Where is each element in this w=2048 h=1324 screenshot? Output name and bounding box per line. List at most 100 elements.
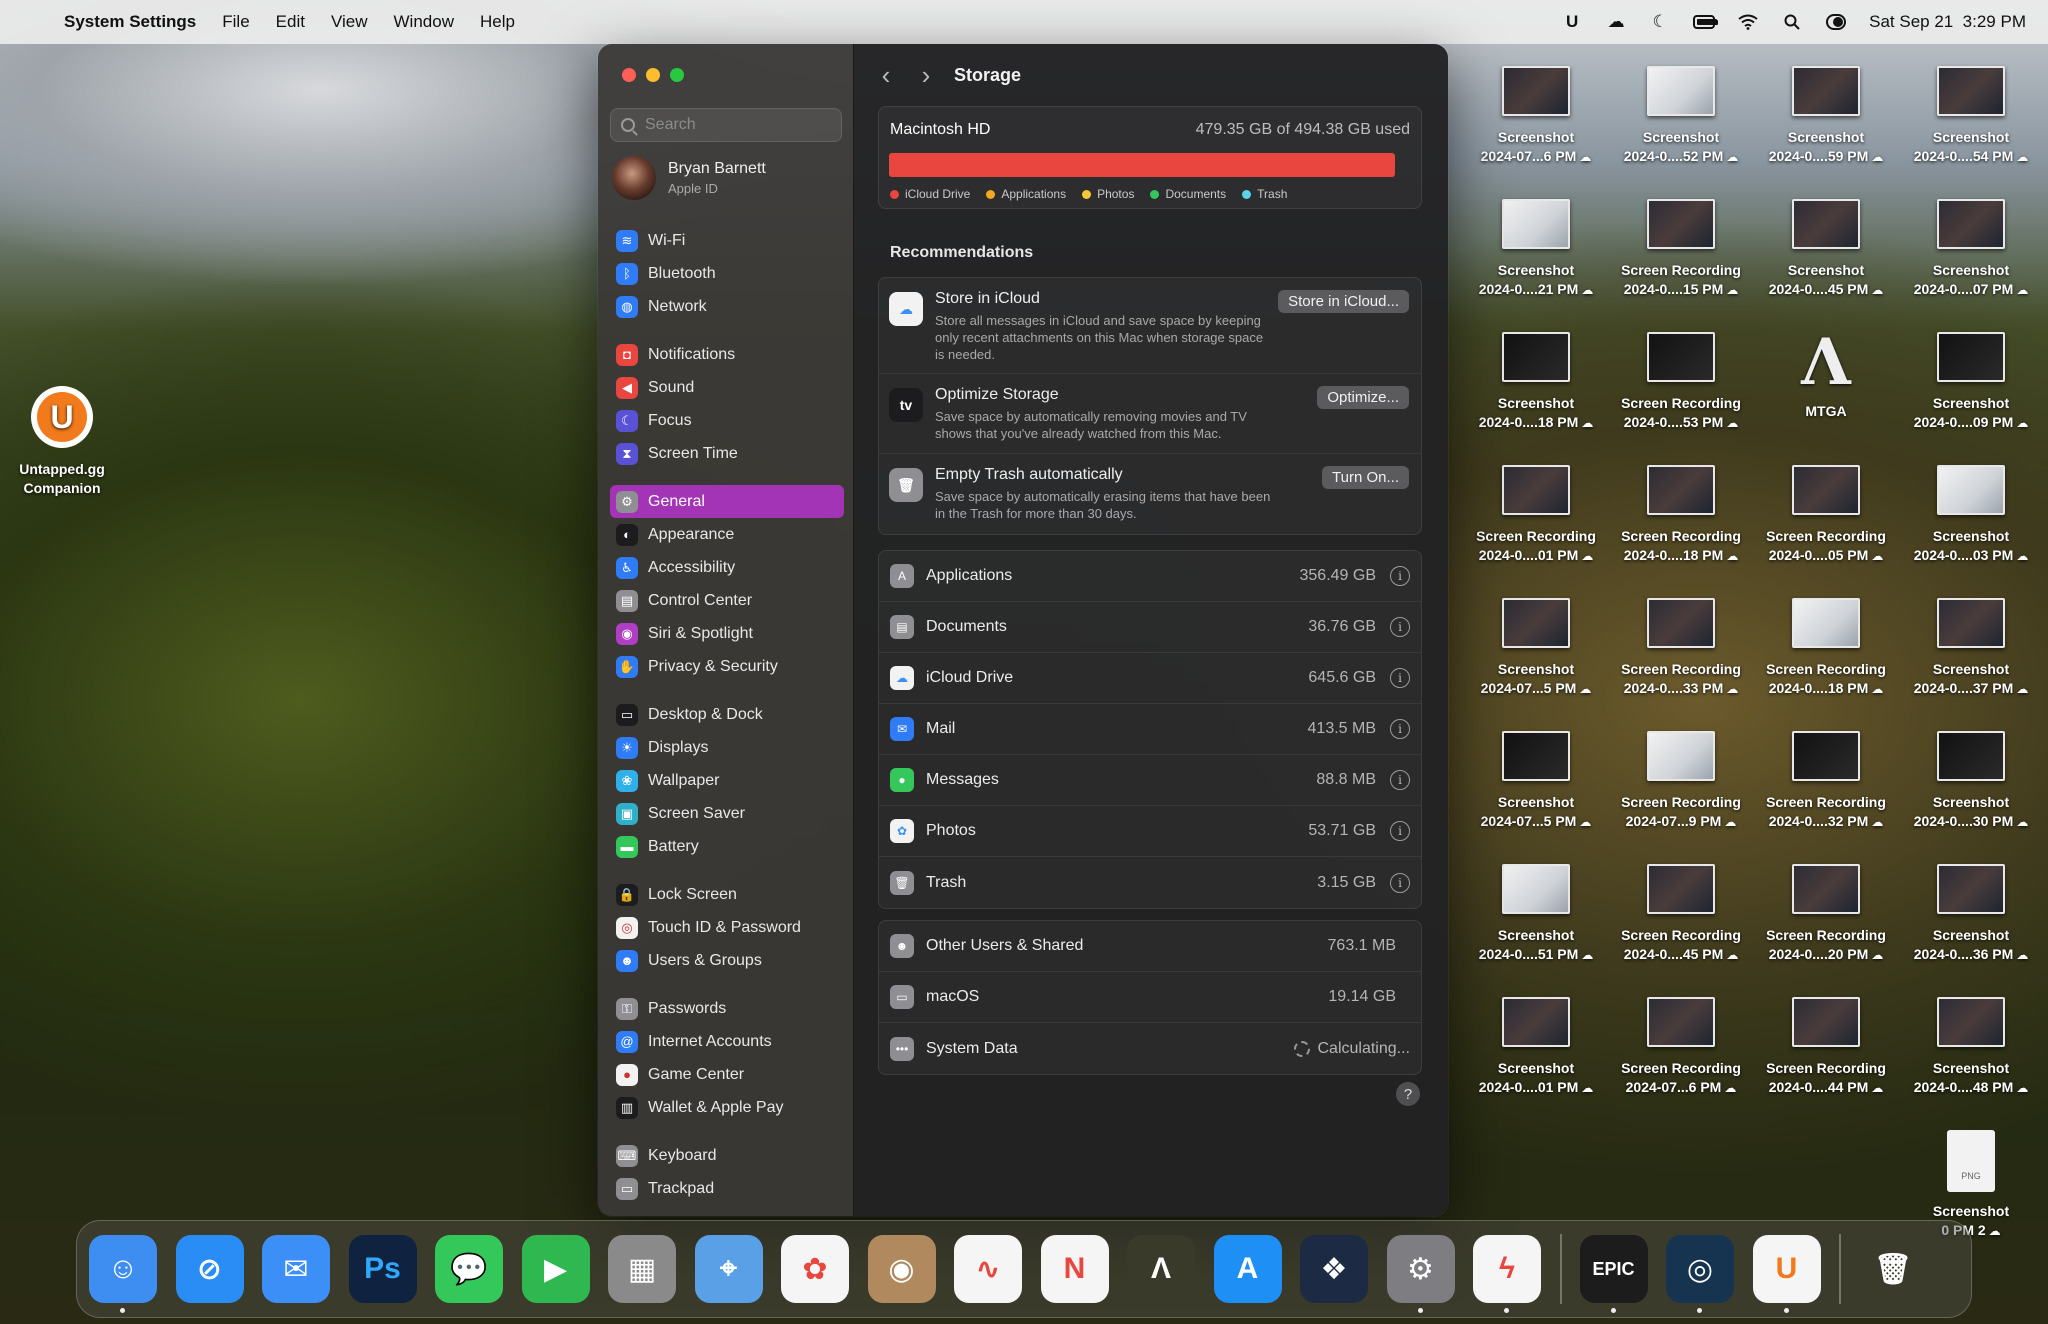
- store-in-icloud-button[interactable]: Store in iCloud...: [1278, 290, 1409, 313]
- desktop-item-screenshot[interactable]: Screenshot 2024-0....52 PM ☁: [1606, 66, 1756, 167]
- menu-help[interactable]: Help: [480, 12, 515, 32]
- back-button[interactable]: ‹: [866, 60, 906, 91]
- storage-row-icloud-drive[interactable]: ☁ iCloud Drive 645.6 GB i: [879, 653, 1421, 704]
- sidebar-item-displays[interactable]: ☀ Displays: [610, 731, 844, 764]
- desktop-item-screenshot[interactable]: Screenshot 2024-0....21 PM ☁: [1461, 199, 1611, 300]
- safari-icon[interactable]: ⊘: [175, 1235, 244, 1303]
- menu-app-name[interactable]: System Settings: [64, 12, 196, 32]
- menu-window[interactable]: Window: [394, 12, 454, 32]
- close-button[interactable]: [622, 68, 636, 82]
- sidebar-item-screen-saver[interactable]: ▣ Screen Saver: [610, 797, 844, 830]
- sidebar-item-focus[interactable]: ☾ Focus: [610, 404, 844, 437]
- desktop-item-screenshot[interactable]: Screenshot 2024-0....01 PM ☁: [1461, 997, 1611, 1098]
- storage-row-trash[interactable]: 🗑 Trash 3.15 GB i: [879, 857, 1421, 908]
- desktop-item-screenshot[interactable]: Screenshot 2024-0....30 PM ☁: [1896, 731, 2046, 832]
- finder-icon[interactable]: ☺: [89, 1235, 157, 1313]
- desktop-item-screenshot[interactable]: Screenshot 2024-0....54 PM ☁: [1896, 66, 2046, 167]
- moon-icon[interactable]: ☾: [1649, 11, 1671, 33]
- desktop-item-screenshot[interactable]: Screenshot 2024-0....09 PM ☁: [1896, 332, 2046, 433]
- menu-file[interactable]: File: [222, 12, 249, 32]
- trash-icon[interactable]: 🗑: [1859, 1235, 1927, 1303]
- photos-icon[interactable]: ✿: [781, 1235, 849, 1303]
- sidebar-item-siri-spotlight[interactable]: ◉ Siri & Spotlight: [610, 617, 844, 650]
- sidebar-item-touch-id-password[interactable]: ◎ Touch ID & Password: [610, 911, 844, 944]
- davinci-icon[interactable]: ❖: [1300, 1235, 1368, 1303]
- desktop-item-screen-recording[interactable]: Screen Recording 2024-0....05 PM ☁: [1751, 465, 1901, 566]
- system-settings-icon[interactable]: ⚙: [1386, 1235, 1455, 1313]
- desktop-item-screen-recording[interactable]: Screen Recording 2024-0....15 PM ☁: [1606, 199, 1756, 300]
- desktop-item-screenshot[interactable]: Screenshot 2024-07...5 PM ☁: [1461, 598, 1611, 699]
- sidebar-item-battery[interactable]: ▬ Battery: [610, 830, 844, 863]
- sidebar-item-privacy-security[interactable]: ✋ Privacy & Security: [610, 650, 844, 683]
- maps-icon[interactable]: ⌖: [694, 1235, 763, 1303]
- info-icon[interactable]: i: [1390, 719, 1410, 739]
- desktop-item-screenshot[interactable]: Screenshot 2024-0....18 PM ☁: [1461, 332, 1611, 433]
- sidebar-item-general[interactable]: ⚙ General: [610, 485, 844, 518]
- desktop-item-untapped[interactable]: U Untapped.gg Companion: [0, 386, 124, 498]
- desktop-item-screen-recording[interactable]: Screen Recording 2024-0....18 PM ☁: [1606, 465, 1756, 566]
- mail-icon[interactable]: ✉: [262, 1235, 330, 1303]
- desktop-item-mtga[interactable]: Λ MTGA: [1751, 331, 1901, 421]
- messages-icon[interactable]: 💬: [435, 1235, 503, 1303]
- freeform-icon[interactable]: ∿: [954, 1235, 1022, 1303]
- desktop-item-screenshot[interactable]: Screenshot 2024-0....37 PM ☁: [1896, 598, 2046, 699]
- messenger-icon[interactable]: ϟ: [1473, 1235, 1541, 1313]
- sidebar-item-game-center[interactable]: ● Game Center: [610, 1058, 844, 1091]
- desktop-item-screen-recording[interactable]: Screen Recording 2024-0....53 PM ☁: [1606, 332, 1756, 433]
- search-input[interactable]: [645, 116, 825, 134]
- menu-view[interactable]: View: [331, 12, 368, 32]
- sidebar-item-keyboard[interactable]: ⌨ Keyboard: [610, 1139, 844, 1172]
- desktop-item-screenshot[interactable]: Screenshot 2024-07...5 PM ☁: [1461, 731, 1611, 832]
- minimize-button[interactable]: [646, 68, 660, 82]
- sidebar-item-wallpaper[interactable]: ❀ Wallpaper: [610, 764, 844, 797]
- desktop-item-screenshot[interactable]: Screenshot 2024-0....07 PM ☁: [1896, 199, 2046, 300]
- desktop-item-screenshot[interactable]: Screenshot 2024-0....51 PM ☁: [1461, 864, 1611, 965]
- storage-row-messages[interactable]: ● Messages 88.8 MB i: [879, 755, 1421, 806]
- sidebar-item-screen-time[interactable]: ⧗ Screen Time: [610, 437, 844, 470]
- mtga-icon[interactable]: Λ: [1127, 1235, 1195, 1303]
- storage-row-other-users-shared[interactable]: ☻ Other Users & Shared 763.1 MB: [879, 921, 1421, 972]
- forward-button[interactable]: ›: [906, 60, 946, 91]
- untapped-icon[interactable]: U: [1752, 1235, 1821, 1313]
- apple-id-profile[interactable]: Bryan Barnett Apple ID: [612, 156, 766, 200]
- sidebar-item-notifications[interactable]: ◘ Notifications: [610, 338, 844, 371]
- sidebar-item-appearance[interactable]: ◐ Appearance: [610, 518, 844, 551]
- app-store-icon[interactable]: A: [1213, 1235, 1282, 1303]
- sidebar-item-desktop-dock[interactable]: ▭ Desktop & Dock: [610, 698, 844, 731]
- launchpad-icon[interactable]: ▦: [608, 1235, 676, 1303]
- info-icon[interactable]: i: [1390, 821, 1410, 841]
- sidebar-item-control-center[interactable]: ▤ Control Center: [610, 584, 844, 617]
- desktop-item-screenshot[interactable]: Screenshot 2024-0....03 PM ☁: [1896, 465, 2046, 566]
- cloud-sync-icon[interactable]: ☁: [1605, 11, 1627, 33]
- info-icon[interactable]: i: [1390, 872, 1410, 893]
- menu-edit[interactable]: Edit: [276, 12, 305, 32]
- info-icon[interactable]: i: [1390, 566, 1410, 586]
- steam-icon[interactable]: ◎: [1666, 1235, 1734, 1313]
- sidebar-item-users-groups[interactable]: ☻ Users & Groups: [610, 944, 844, 977]
- zoom-button[interactable]: [670, 68, 684, 82]
- storage-row-system-data[interactable]: ••• System Data Calculating...: [879, 1023, 1421, 1074]
- battery-icon[interactable]: [1693, 11, 1719, 33]
- help-button[interactable]: ?: [1396, 1082, 1420, 1106]
- epic-games-icon[interactable]: EPIC: [1579, 1235, 1648, 1313]
- storage-row-mail[interactable]: ✉ Mail 413.5 MB i: [879, 704, 1421, 755]
- desktop-item-screen-recording[interactable]: Screen Recording 2024-0....20 PM ☁: [1751, 864, 1901, 965]
- desktop-item-screenshot[interactable]: Screenshot 2024-0....59 PM ☁: [1751, 66, 1901, 167]
- desktop-item-screenshot[interactable]: Screenshot 2024-0....36 PM ☁: [1896, 864, 2046, 965]
- wifi-icon[interactable]: [1737, 11, 1759, 33]
- desktop-item-screen-recording[interactable]: Screen Recording 2024-0....44 PM ☁: [1751, 997, 1901, 1098]
- sidebar-item-wallet-apple-pay[interactable]: ▥ Wallet & Apple Pay: [610, 1091, 844, 1124]
- storage-row-documents[interactable]: ▤ Documents 36.76 GB i: [879, 602, 1421, 653]
- sidebar-item-bluetooth[interactable]: ᛒ Bluetooth: [610, 257, 844, 290]
- desktop-item-screen-recording[interactable]: Screen Recording 2024-0....18 PM ☁: [1751, 598, 1901, 699]
- optimize-storage-button[interactable]: Optimize...: [1317, 386, 1409, 409]
- search-icon[interactable]: [1781, 11, 1803, 33]
- desktop-item-screen-recording[interactable]: Screen Recording 2024-07...6 PM ☁: [1606, 997, 1756, 1098]
- sidebar-item-wi-fi[interactable]: ≋ Wi-Fi: [610, 224, 844, 257]
- contacts-icon[interactable]: ◉: [867, 1235, 936, 1303]
- news-icon[interactable]: N: [1040, 1235, 1109, 1303]
- untapped-icon[interactable]: U: [1561, 11, 1583, 33]
- empty-trash-automatically-button[interactable]: Turn On...: [1322, 466, 1409, 489]
- desktop-item-screenshot[interactable]: Screenshot 2024-07...6 PM ☁: [1461, 66, 1611, 167]
- desktop-item-screen-recording[interactable]: Screen Recording 2024-0....33 PM ☁: [1606, 598, 1756, 699]
